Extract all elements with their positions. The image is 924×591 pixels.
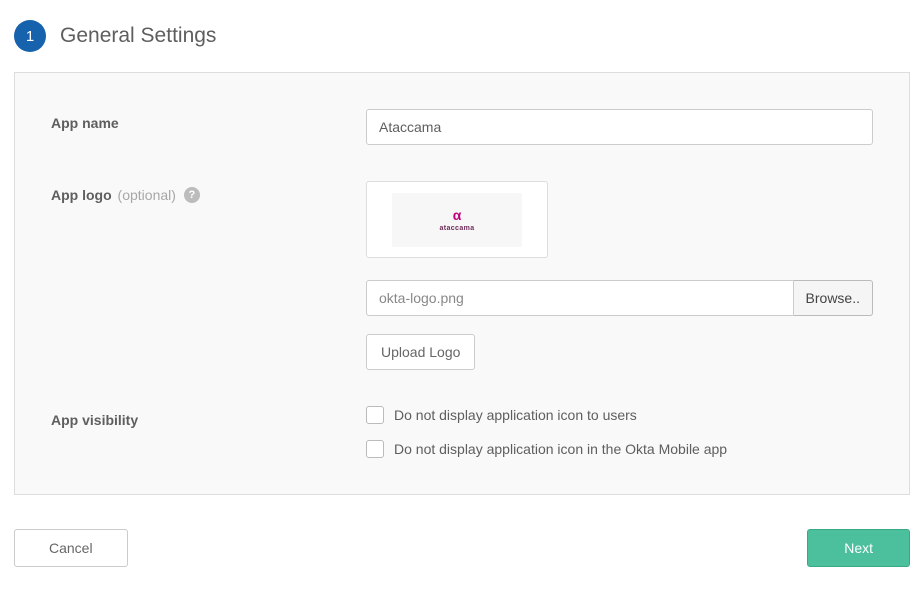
- optional-text: (optional): [118, 187, 176, 203]
- next-button[interactable]: Next: [807, 529, 910, 567]
- visibility-checkbox-users[interactable]: [366, 406, 384, 424]
- page-title: General Settings: [60, 24, 216, 48]
- settings-panel: App name App logo (optional) ? α ataccam…: [14, 72, 910, 495]
- section-header: 1 General Settings: [14, 20, 910, 52]
- visibility-label-mobile[interactable]: Do not display application icon in the O…: [394, 441, 727, 457]
- file-name-display: okta-logo.png: [366, 280, 794, 316]
- spacer-label: [51, 334, 366, 340]
- step-number: 1: [14, 20, 46, 52]
- app-name-input[interactable]: [366, 109, 873, 145]
- app-name-label: App name: [51, 109, 366, 131]
- app-logo-label: App logo (optional) ?: [51, 181, 366, 203]
- browse-button[interactable]: Browse..: [794, 280, 873, 316]
- help-icon[interactable]: ?: [184, 187, 200, 203]
- cancel-button[interactable]: Cancel: [14, 529, 128, 567]
- visibility-checkbox-mobile[interactable]: [366, 440, 384, 458]
- app-visibility-label: App visibility: [51, 406, 366, 428]
- logo-image: α ataccama: [392, 193, 522, 247]
- visibility-label-users[interactable]: Do not display application icon to users: [394, 407, 637, 423]
- footer-actions: Cancel Next: [14, 529, 910, 567]
- logo-preview: α ataccama: [366, 181, 548, 258]
- upload-logo-button[interactable]: Upload Logo: [366, 334, 475, 370]
- app-logo-label-text: App logo: [51, 187, 112, 203]
- logo-brand-text: ataccama: [439, 225, 474, 232]
- logo-glyph: α: [453, 207, 462, 223]
